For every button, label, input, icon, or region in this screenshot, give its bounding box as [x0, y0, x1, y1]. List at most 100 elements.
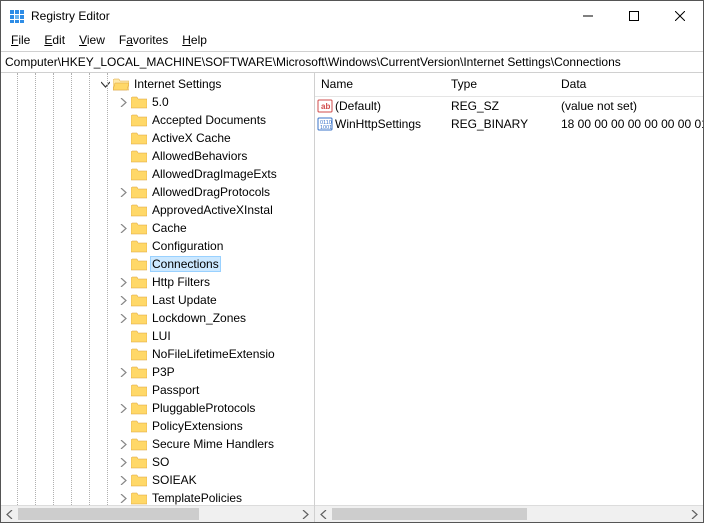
menu-file[interactable]: File — [5, 31, 36, 49]
string-value-icon — [317, 98, 333, 114]
tree-item[interactable]: AllowedBehaviors — [1, 147, 314, 165]
tree-item[interactable]: P3P — [1, 363, 314, 381]
tree-item[interactable]: 5.0 — [1, 93, 314, 111]
tree-item[interactable]: TemplatePolicies — [1, 489, 314, 505]
scroll-right-button[interactable] — [297, 506, 314, 522]
chevron-right-icon[interactable] — [115, 184, 131, 200]
titlebar: Registry Editor — [1, 1, 703, 31]
folder-icon — [131, 401, 147, 415]
value-name: WinHttpSettings — [335, 117, 421, 131]
tree-item-label: Passport — [150, 383, 201, 397]
chevron-left-icon — [319, 510, 328, 519]
scroll-right-button[interactable] — [686, 506, 703, 522]
chevron-right-icon[interactable] — [115, 472, 131, 488]
tree-item[interactable]: ActiveX Cache — [1, 129, 314, 147]
tree-item-label: 5.0 — [150, 95, 171, 109]
list-horizontal-scrollbar[interactable] — [315, 505, 703, 522]
folder-icon — [131, 167, 147, 181]
tree-item[interactable]: Accepted Documents — [1, 111, 314, 129]
list-header: Name Type Data — [315, 73, 703, 97]
tree-item[interactable]: NoFileLifetimeExtensio — [1, 345, 314, 363]
tree-item-label: SOIEAK — [150, 473, 199, 487]
folder-icon — [131, 455, 147, 469]
chevron-right-icon[interactable] — [115, 490, 131, 505]
tree[interactable]: Internet Settings 5.0 Accepted Documents… — [1, 73, 314, 505]
registry-editor-window: Registry Editor File Edit View Favorites… — [0, 0, 704, 523]
chevron-right-icon[interactable] — [115, 436, 131, 452]
tree-item[interactable]: Configuration — [1, 237, 314, 255]
value-type: REG_SZ — [445, 99, 555, 113]
tree-item[interactable]: ApprovedActiveXInstal — [1, 201, 314, 219]
menu-view[interactable]: View — [73, 31, 111, 49]
folder-icon — [131, 275, 147, 289]
value-name: (Default) — [335, 99, 381, 113]
tree-item[interactable]: Passport — [1, 381, 314, 399]
tree-item[interactable]: AllowedDragProtocols — [1, 183, 314, 201]
tree-item[interactable]: Cache — [1, 219, 314, 237]
scroll-left-button[interactable] — [315, 506, 332, 522]
chevron-left-icon — [5, 510, 14, 519]
chevron-right-icon[interactable] — [115, 364, 131, 380]
tree-item[interactable]: Last Update — [1, 291, 314, 309]
menu-help[interactable]: Help — [176, 31, 213, 49]
tree-item-label: Cache — [150, 221, 189, 235]
close-button[interactable] — [657, 1, 703, 31]
minimize-button[interactable] — [565, 1, 611, 31]
expander-placeholder — [115, 382, 131, 398]
list-pane: Name Type Data (Default) REG_SZ (value n… — [315, 73, 703, 522]
close-icon — [675, 11, 685, 21]
column-header-data[interactable]: Data — [555, 73, 703, 96]
chevron-right-icon[interactable] — [115, 454, 131, 470]
tree-horizontal-scrollbar[interactable] — [1, 505, 314, 522]
folder-open-icon — [113, 77, 129, 91]
chevron-right-icon — [690, 510, 699, 519]
tree-item[interactable]: Connections — [1, 255, 314, 273]
scroll-track[interactable] — [18, 506, 297, 522]
chevron-right-icon[interactable] — [115, 310, 131, 326]
chevron-right-icon[interactable] — [115, 274, 131, 290]
folder-icon — [131, 293, 147, 307]
folder-icon — [131, 329, 147, 343]
folder-icon — [131, 95, 147, 109]
tree-item[interactable]: Secure Mime Handlers — [1, 435, 314, 453]
address-bar[interactable]: Computer\HKEY_LOCAL_MACHINE\SOFTWARE\Mic… — [1, 51, 703, 73]
column-header-name[interactable]: Name — [315, 73, 445, 96]
tree-item[interactable]: PluggableProtocols — [1, 399, 314, 417]
tree-item-label: SO — [150, 455, 171, 469]
chevron-right-icon[interactable] — [115, 94, 131, 110]
scroll-thumb[interactable] — [18, 508, 199, 520]
tree-item[interactable]: AllowedDragImageExts — [1, 165, 314, 183]
folder-icon — [131, 149, 147, 163]
tree-item[interactable]: LUI — [1, 327, 314, 345]
expander-placeholder — [115, 166, 131, 182]
tree-item[interactable]: PolicyExtensions — [1, 417, 314, 435]
maximize-button[interactable] — [611, 1, 657, 31]
tree-item-label: PluggableProtocols — [150, 401, 257, 415]
expander-placeholder — [115, 418, 131, 434]
scroll-track[interactable] — [332, 506, 686, 522]
tree-item-label: Lockdown_Zones — [150, 311, 248, 325]
app-icon — [9, 8, 25, 24]
tree-item[interactable]: SO — [1, 453, 314, 471]
chevron-down-icon[interactable] — [97, 76, 113, 92]
chevron-right-icon[interactable] — [115, 220, 131, 236]
tree-item[interactable]: Http Filters — [1, 273, 314, 291]
maximize-icon — [629, 11, 639, 21]
scroll-left-button[interactable] — [1, 506, 18, 522]
list-row[interactable]: WinHttpSettings REG_BINARY 18 00 00 00 0… — [315, 115, 703, 133]
scroll-thumb[interactable] — [332, 508, 527, 520]
chevron-right-icon[interactable] — [115, 400, 131, 416]
list-body[interactable]: (Default) REG_SZ (value not set) WinHttp… — [315, 97, 703, 505]
menu-favorites[interactable]: Favorites — [113, 31, 174, 49]
tree-item[interactable]: Lockdown_Zones — [1, 309, 314, 327]
menu-edit[interactable]: Edit — [38, 31, 71, 49]
address-text: Computer\HKEY_LOCAL_MACHINE\SOFTWARE\Mic… — [5, 55, 621, 69]
folder-icon — [131, 491, 147, 505]
value-data: (value not set) — [555, 99, 703, 113]
tree-item[interactable]: SOIEAK — [1, 471, 314, 489]
tree-item-label: P3P — [150, 365, 177, 379]
chevron-right-icon[interactable] — [115, 292, 131, 308]
tree-item-internet-settings[interactable]: Internet Settings — [1, 75, 314, 93]
list-row[interactable]: (Default) REG_SZ (value not set) — [315, 97, 703, 115]
column-header-type[interactable]: Type — [445, 73, 555, 96]
